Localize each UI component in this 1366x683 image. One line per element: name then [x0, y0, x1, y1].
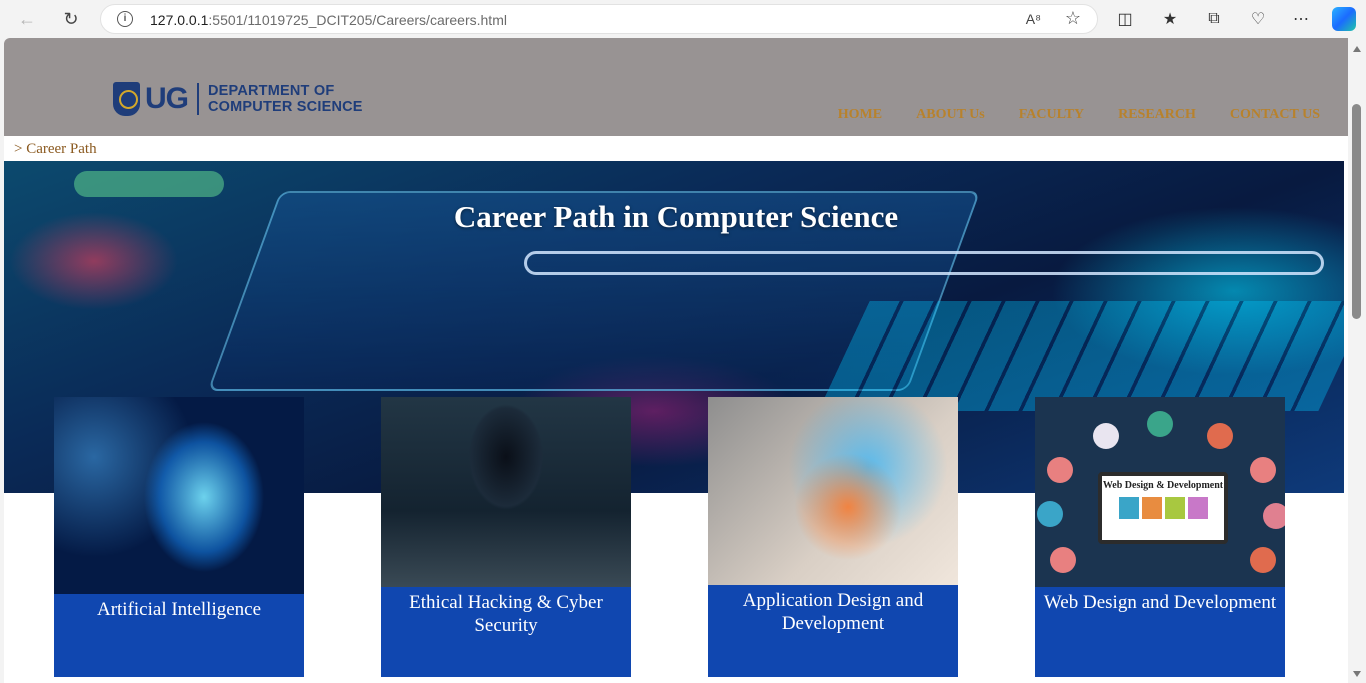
reload-icon[interactable]: ↻ — [58, 7, 84, 31]
scroll-down-icon[interactable] — [1353, 671, 1361, 677]
page-viewport: UG DEPARTMENT OF COMPUTER SCIENCE HOME A… — [4, 38, 1348, 683]
collections-icon[interactable]: ⧉ — [1203, 8, 1225, 30]
bar-block — [1187, 497, 1208, 519]
career-card-label: Web Design and Development — [1043, 592, 1277, 613]
image-icon — [1263, 503, 1285, 529]
user-icon — [1050, 547, 1076, 573]
logo-line-2: COMPUTER SCIENCE — [208, 99, 363, 115]
career-card-label: Application Design and Development — [742, 590, 924, 634]
bar-block — [1164, 497, 1185, 519]
heart-icon — [1250, 547, 1276, 573]
smartphone-apps-image — [708, 397, 958, 585]
career-card-web-design[interactable]: Web Design & Development Web Design and … — [1035, 397, 1285, 677]
logo-divider — [197, 83, 199, 115]
favorites-icon[interactable]: ★ — [1159, 8, 1181, 30]
nav-contact-link[interactable]: CONTACT US — [1230, 107, 1320, 123]
crest-icon — [113, 82, 140, 116]
career-card-label: Artificial Intelligence — [96, 599, 262, 620]
read-aloud-icon[interactable]: A⁸ — [1026, 11, 1041, 27]
page-scrollbar[interactable] — [1348, 38, 1366, 683]
split-screen-icon[interactable]: ◫ — [1114, 8, 1136, 30]
nav-research-link[interactable]: RESEARCH — [1118, 107, 1196, 123]
bar-block — [1118, 497, 1139, 519]
browser-essentials-icon[interactable]: ♡ — [1247, 8, 1269, 30]
bar-block — [1141, 497, 1162, 519]
monitor-bars — [1102, 497, 1224, 519]
career-card-ai[interactable]: Artificial Intelligence — [54, 397, 304, 677]
favorite-star-icon[interactable]: ☆ — [1065, 8, 1081, 29]
nav-about-link[interactable]: ABOUT Us — [916, 107, 985, 123]
hero-title: Career Path in Computer Science — [453, 199, 899, 234]
site-header: UG DEPARTMENT OF COMPUTER SCIENCE HOME A… — [4, 38, 1348, 136]
logo-ug-text: UG — [145, 82, 189, 115]
monitor-graphic: Web Design & Development — [1098, 472, 1228, 544]
mail-icon — [1093, 423, 1119, 449]
nav-home-link[interactable]: HOME — [838, 107, 882, 123]
scroll-thumb[interactable] — [1352, 104, 1361, 319]
hacker-image — [381, 397, 631, 587]
hero-glow-line — [524, 251, 1324, 275]
link-icon — [1037, 501, 1063, 527]
ai-head-image — [54, 397, 304, 594]
site-info-icon[interactable]: i — [117, 11, 133, 27]
slides-icon — [1250, 457, 1276, 483]
career-card-app-design[interactable]: Application Design and Development — [708, 397, 958, 677]
address-bar[interactable]: i 127.0.0.1:5501/11019725_DCIT205/Career… — [100, 4, 1098, 34]
hero-decor — [74, 171, 224, 197]
more-menu-icon[interactable]: ⋯ — [1290, 8, 1312, 30]
ug-logo[interactable]: UG DEPARTMENT OF COMPUTER SCIENCE — [113, 82, 363, 116]
url-text[interactable]: 127.0.0.1:5501/11019725_DCIT205/Careers/… — [150, 12, 507, 28]
copilot-icon[interactable] — [1332, 7, 1356, 31]
back-arrow-icon[interactable]: ← — [14, 7, 40, 31]
cloud-icon — [1207, 423, 1233, 449]
logo-department-text: DEPARTMENT OF COMPUTER SCIENCE — [208, 83, 363, 115]
search-icon — [1147, 411, 1173, 437]
career-card-hacking[interactable]: Ethical Hacking & Cyber Security — [381, 397, 631, 677]
web-design-image: Web Design & Development — [1035, 397, 1285, 587]
browser-toolbar: ← ↻ i 127.0.0.1:5501/11019725_DCIT205/Ca… — [0, 0, 1366, 38]
scroll-up-icon[interactable] — [1353, 46, 1361, 52]
breadcrumb[interactable]: > Career Path — [14, 141, 97, 158]
career-card-label: Ethical Hacking & Cyber Security — [409, 592, 603, 636]
url-host: 127.0.0.1 — [150, 12, 209, 28]
url-path: :5501/11019725_DCIT205/Careers/careers.h… — [208, 12, 507, 28]
nav-faculty-link[interactable]: FACULTY — [1019, 107, 1084, 123]
main-nav: HOME ABOUT Us FACULTY RESEARCH CONTACT U… — [838, 107, 1320, 123]
hero-keyboard — [818, 301, 1344, 411]
phone-icon — [1047, 457, 1073, 483]
logo-line-1: DEPARTMENT OF — [208, 83, 335, 99]
web-design-image-text: Web Design & Development — [1102, 480, 1224, 491]
